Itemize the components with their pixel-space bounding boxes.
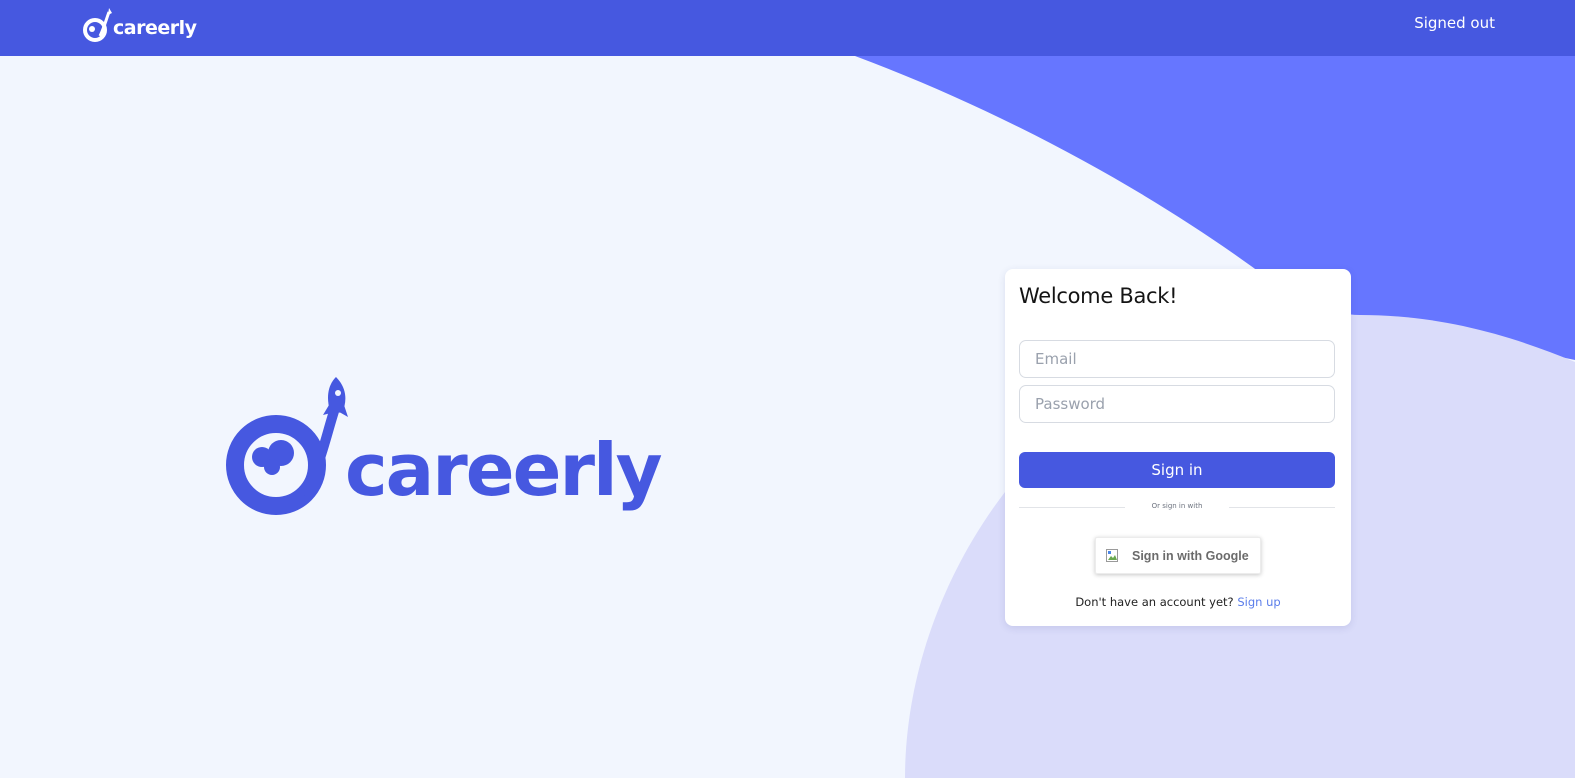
email-field[interactable] bbox=[1019, 340, 1335, 378]
careerly-logo-icon bbox=[83, 8, 112, 42]
login-card: Welcome Back! Sign in Or sign in with Si… bbox=[1005, 269, 1351, 626]
google-sign-in-label: Sign in with Google bbox=[1132, 548, 1249, 563]
careerly-hero-logo-icon bbox=[226, 377, 348, 515]
signed-out-link[interactable]: Signed out bbox=[1414, 14, 1495, 32]
sign-in-button[interactable]: Sign in bbox=[1019, 452, 1335, 488]
broken-image-icon bbox=[1106, 548, 1118, 562]
signup-prompt-text: Don't have an account yet? bbox=[1075, 595, 1234, 609]
divider-text: Or sign in with bbox=[1151, 502, 1203, 510]
top-navbar: careerly Signed out bbox=[0, 0, 1575, 56]
password-field[interactable] bbox=[1019, 385, 1335, 423]
divider-line-right bbox=[1229, 507, 1335, 508]
sign-up-link[interactable]: Sign up bbox=[1237, 595, 1280, 609]
hero-logo: careerly bbox=[226, 375, 663, 520]
navbar-logo[interactable]: careerly bbox=[82, 6, 197, 46]
signup-prompt-row: Don't have an account yet? Sign up bbox=[1005, 595, 1351, 609]
login-title: Welcome Back! bbox=[1019, 284, 1178, 308]
hero-logo-text: careerly bbox=[345, 428, 663, 512]
navbar-logo-text: careerly bbox=[113, 17, 197, 39]
google-sign-in-button[interactable]: Sign in with Google bbox=[1095, 537, 1261, 574]
divider-line-left bbox=[1019, 507, 1125, 508]
